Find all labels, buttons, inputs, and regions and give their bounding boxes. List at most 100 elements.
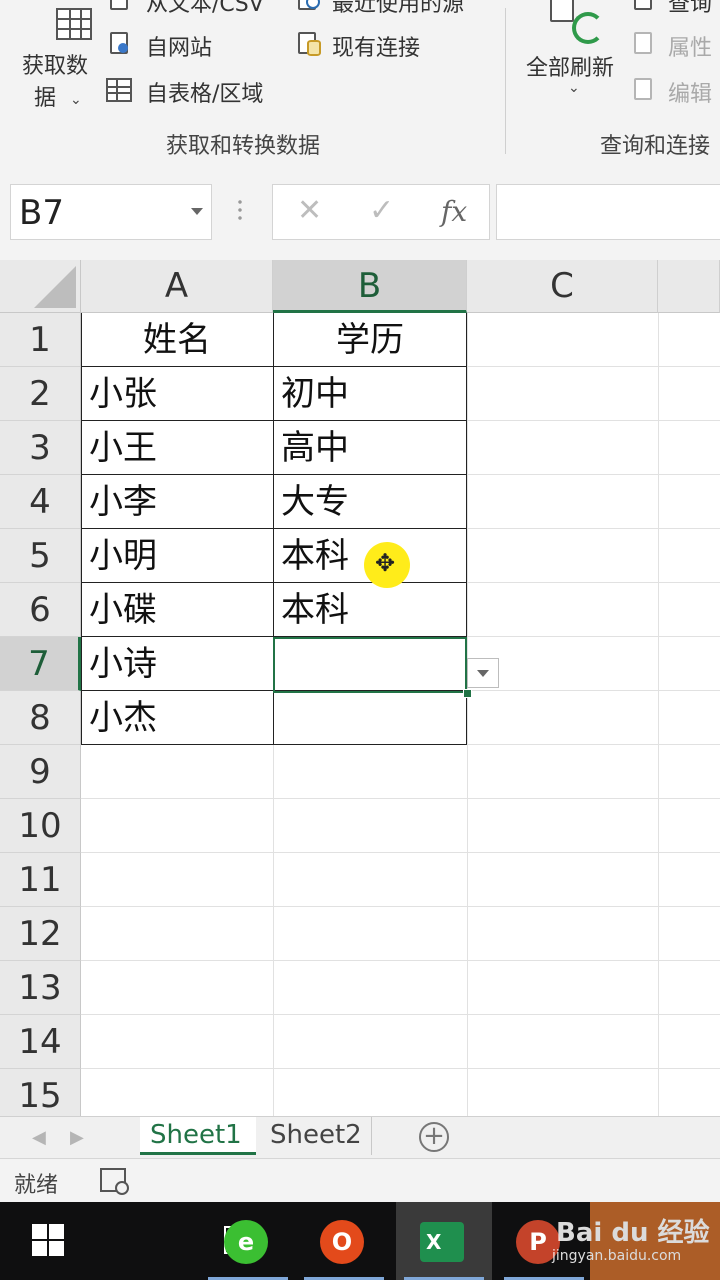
row-header-2[interactable]: 2 xyxy=(0,367,81,421)
sheet-tabs-bar: ◀ ▶ Sheet1 Sheet2 + xyxy=(0,1116,720,1159)
table-border xyxy=(81,744,467,745)
column-header-a[interactable]: A xyxy=(81,260,273,313)
queries-button[interactable]: 查询 xyxy=(632,0,720,17)
from-table-range-label: 自表格/区域 xyxy=(146,82,264,107)
column-header-d[interactable] xyxy=(658,260,720,313)
macro-recording-icon[interactable] xyxy=(100,1168,129,1195)
row-header-15[interactable]: 15 xyxy=(0,1069,81,1116)
row-header-11[interactable]: 11 xyxy=(0,853,81,907)
add-sheet-button[interactable]: + xyxy=(419,1122,449,1152)
from-web-button[interactable]: 自网站 xyxy=(108,30,248,61)
cell-a1[interactable]: 姓名 xyxy=(81,313,273,367)
chevron-down-icon[interactable] xyxy=(191,208,203,215)
edit-links-button[interactable]: 编辑 xyxy=(632,76,720,107)
edit-links-icon xyxy=(634,78,652,100)
gridline xyxy=(81,852,720,853)
row-header-1[interactable]: 1 xyxy=(0,313,81,367)
cell-a2[interactable]: 小张 xyxy=(89,367,273,421)
data-validation-dropdown-button[interactable] xyxy=(467,658,499,688)
clock-icon xyxy=(306,0,320,9)
cell-b1[interactable]: 学历 xyxy=(273,313,467,367)
cell-b4[interactable]: 大专 xyxy=(281,475,467,529)
row-header-4[interactable]: 4 xyxy=(0,475,81,529)
chevron-down-icon: ⌄ xyxy=(568,80,580,96)
start-button[interactable] xyxy=(0,1202,96,1280)
name-box[interactable]: B7 xyxy=(10,184,212,240)
cell-b2[interactable]: 初中 xyxy=(281,367,467,421)
watermark-title: Bai du 经验 xyxy=(556,1218,710,1248)
table-icon xyxy=(106,78,132,102)
gridline xyxy=(658,313,659,1116)
fill-handle[interactable] xyxy=(463,689,472,698)
recent-sources-icon xyxy=(298,0,320,10)
cell-a6[interactable]: 小碟 xyxy=(89,583,273,637)
excel-icon: X xyxy=(420,1222,464,1262)
cell-b6[interactable]: 本科 xyxy=(281,583,467,637)
resize-handle-icon[interactable] xyxy=(238,198,242,224)
from-text-csv-button[interactable]: 从文本/CSV xyxy=(108,0,288,17)
row-header-5[interactable]: 5 xyxy=(0,529,81,583)
watermark-url: jingyan.baidu.com xyxy=(552,1248,682,1264)
cell-a7[interactable]: 小诗 xyxy=(89,637,273,691)
office-icon: O xyxy=(320,1220,364,1264)
from-table-range-button[interactable]: 自表格/区域 xyxy=(104,76,294,107)
task-view-button[interactable] xyxy=(96,1202,254,1280)
taskbar-office[interactable]: O xyxy=(296,1202,392,1280)
scroll-right-icon[interactable]: ▶ xyxy=(70,1127,84,1148)
properties-icon xyxy=(634,32,652,54)
queries-icon xyxy=(634,0,652,10)
cell-b8[interactable] xyxy=(281,691,467,745)
cell-b3[interactable]: 高中 xyxy=(281,421,467,475)
sheet-tab-1[interactable]: Sheet1 xyxy=(140,1117,256,1155)
gridline xyxy=(81,1014,720,1015)
globe-icon xyxy=(118,43,128,53)
worksheet-grid: ABC 1 2 3 4 5 6 7 8 9 10 11 12 13 14 15 姓名 学历 小张 初中 小王 高中 小李… xyxy=(0,260,720,1116)
existing-connections-button[interactable]: 现有连接 xyxy=(296,30,456,61)
refresh-icon xyxy=(572,12,604,44)
row-header-8[interactable]: 8 xyxy=(0,691,81,745)
get-data-button[interactable]: 获取数 据 ⌄ xyxy=(18,48,98,112)
cell-a3[interactable]: 小王 xyxy=(89,421,273,475)
refresh-all-button[interactable]: 全部刷新 ⌄ xyxy=(520,0,630,110)
recent-sources-button[interactable]: 最近使用的源 xyxy=(296,0,496,17)
windows-taskbar: e O X P Bai du 经验 jingyan.baidu.com xyxy=(0,1202,720,1280)
queries-label: 查询 xyxy=(668,0,713,17)
formula-input[interactable] xyxy=(496,184,720,240)
row-header-14[interactable]: 14 xyxy=(0,1015,81,1069)
table-border xyxy=(81,474,467,475)
cell-a5[interactable]: 小明 xyxy=(89,529,273,583)
from-text-csv-label: 从文本/CSV xyxy=(146,0,264,17)
gridline xyxy=(81,906,720,907)
row-header-13[interactable]: 13 xyxy=(0,961,81,1015)
row-header-6[interactable]: 6 xyxy=(0,583,81,637)
table-border xyxy=(81,313,82,745)
table-border xyxy=(81,366,467,367)
group-separator xyxy=(505,8,506,154)
row-header-9[interactable]: 9 xyxy=(0,745,81,799)
enter-icon[interactable]: ✓ xyxy=(369,193,394,228)
formula-bar: B7 ✕ ✓ fx xyxy=(0,160,720,260)
row-header-10[interactable]: 10 xyxy=(0,799,81,853)
formula-buttons: ✕ ✓ fx xyxy=(272,184,490,240)
gridline xyxy=(467,313,468,1116)
web-page-icon xyxy=(110,32,128,54)
database-icon xyxy=(298,32,321,56)
insert-function-icon[interactable]: fx xyxy=(441,195,467,228)
scroll-left-icon[interactable]: ◀ xyxy=(32,1127,46,1148)
cancel-icon[interactable]: ✕ xyxy=(297,193,322,228)
column-header-c[interactable]: C xyxy=(467,260,658,313)
properties-label: 属性 xyxy=(668,36,713,61)
status-ready-text: 就绪 xyxy=(14,1173,59,1198)
sheet-tab-2[interactable]: Sheet2 xyxy=(260,1117,372,1155)
move-cursor-icon: ✥ xyxy=(375,549,396,577)
browser-e-icon: e xyxy=(224,1220,268,1264)
cell-a8[interactable]: 小杰 xyxy=(89,691,273,745)
row-header-7[interactable]: 7 xyxy=(0,637,81,691)
properties-button[interactable]: 属性 xyxy=(632,30,720,61)
column-header-b[interactable]: B xyxy=(273,260,467,313)
row-header-3[interactable]: 3 xyxy=(0,421,81,475)
taskbar-browser[interactable]: e xyxy=(200,1202,296,1280)
cell-a4[interactable]: 小李 xyxy=(89,475,273,529)
row-header-12[interactable]: 12 xyxy=(0,907,81,961)
select-all-corner[interactable] xyxy=(0,260,81,313)
